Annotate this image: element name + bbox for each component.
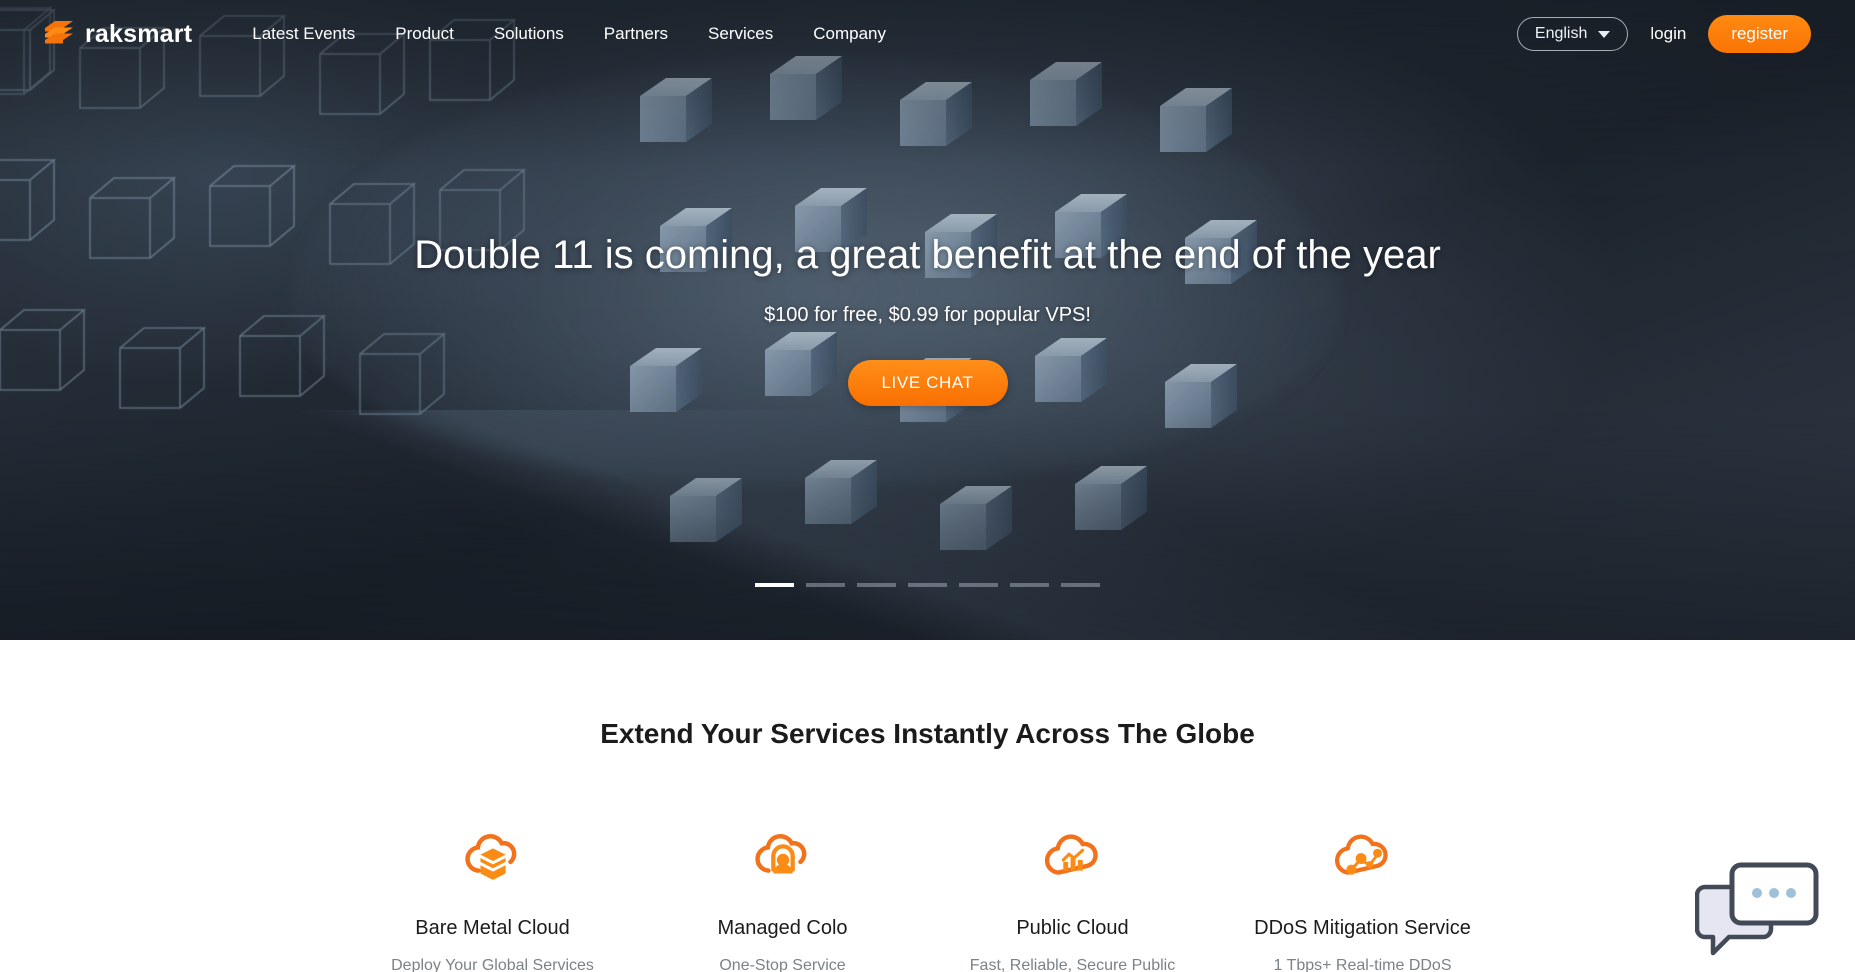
service-card-ddos-mitigation[interactable]: DDoS Mitigation Service 1 Tbps+ Real-tim… (1218, 828, 1508, 972)
cloud-person-icon (752, 828, 814, 890)
nav-item-product[interactable]: Product (395, 24, 454, 44)
service-card-bare-metal-cloud[interactable]: Bare Metal Cloud Deploy Your Global Serv… (348, 828, 638, 972)
language-selector[interactable]: English (1517, 17, 1628, 51)
login-link[interactable]: login (1650, 24, 1686, 44)
nav-item-company[interactable]: Company (813, 24, 886, 44)
service-card-subtitle: One-Stop Service (719, 954, 845, 972)
chevron-down-icon (1598, 31, 1610, 38)
carousel-indicators (0, 583, 1855, 587)
site-header: raksmart Latest Events Product Solutions… (0, 0, 1855, 68)
services-section: Extend Your Services Instantly Across Th… (0, 718, 1855, 972)
register-button[interactable]: register (1708, 15, 1811, 53)
service-card-title: DDoS Mitigation Service (1254, 917, 1471, 940)
service-card-title: Public Cloud (1016, 917, 1128, 940)
service-card-managed-colo[interactable]: Managed Colo One-Stop Service (638, 828, 928, 972)
nav-item-partners[interactable]: Partners (604, 24, 668, 44)
header-actions: English login register (1517, 15, 1811, 53)
service-card-title: Bare Metal Cloud (415, 917, 570, 940)
hero-carousel: raksmart Latest Events Product Solutions… (0, 0, 1855, 640)
services-heading: Extend Your Services Instantly Across Th… (0, 718, 1855, 750)
service-cards: Bare Metal Cloud Deploy Your Global Serv… (0, 828, 1855, 972)
language-selector-label: English (1535, 25, 1587, 43)
brand-name: raksmart (85, 20, 192, 49)
carousel-dot-3[interactable] (857, 583, 896, 587)
cloud-network-nodes-icon (1332, 828, 1394, 890)
raksmart-chevron-logo-icon (42, 17, 76, 51)
carousel-dot-1[interactable] (755, 583, 794, 587)
service-card-subtitle: Deploy Your Global Services Instantly (390, 954, 596, 972)
service-card-title: Managed Colo (717, 917, 847, 940)
chat-widget-button[interactable] (1695, 859, 1827, 967)
service-card-subtitle: Fast, Reliable, Secure Public Cloud (970, 954, 1176, 972)
live-chat-button[interactable]: LIVE CHAT (848, 360, 1008, 406)
brand-logo[interactable]: raksmart (42, 17, 192, 51)
service-card-subtitle: 1 Tbps+ Real-time DDoS Mitigation Servic… (1260, 954, 1466, 972)
carousel-dot-4[interactable] (908, 583, 947, 587)
carousel-dot-2[interactable] (806, 583, 845, 587)
nav-item-solutions[interactable]: Solutions (494, 24, 564, 44)
main-navigation: Latest Events Product Solutions Partners… (252, 24, 886, 44)
carousel-dot-5[interactable] (959, 583, 998, 587)
cloud-bar-chart-icon (1042, 828, 1104, 890)
nav-item-latest-events[interactable]: Latest Events (252, 24, 355, 44)
carousel-dot-6[interactable] (1010, 583, 1049, 587)
carousel-dot-7[interactable] (1061, 583, 1100, 587)
cloud-server-stack-icon (462, 828, 524, 890)
service-card-public-cloud[interactable]: Public Cloud Fast, Reliable, Secure Publ… (928, 828, 1218, 972)
nav-item-services[interactable]: Services (708, 24, 773, 44)
hero-overlay-scrim (0, 0, 1855, 640)
chat-bubbles-icon (1695, 859, 1827, 967)
